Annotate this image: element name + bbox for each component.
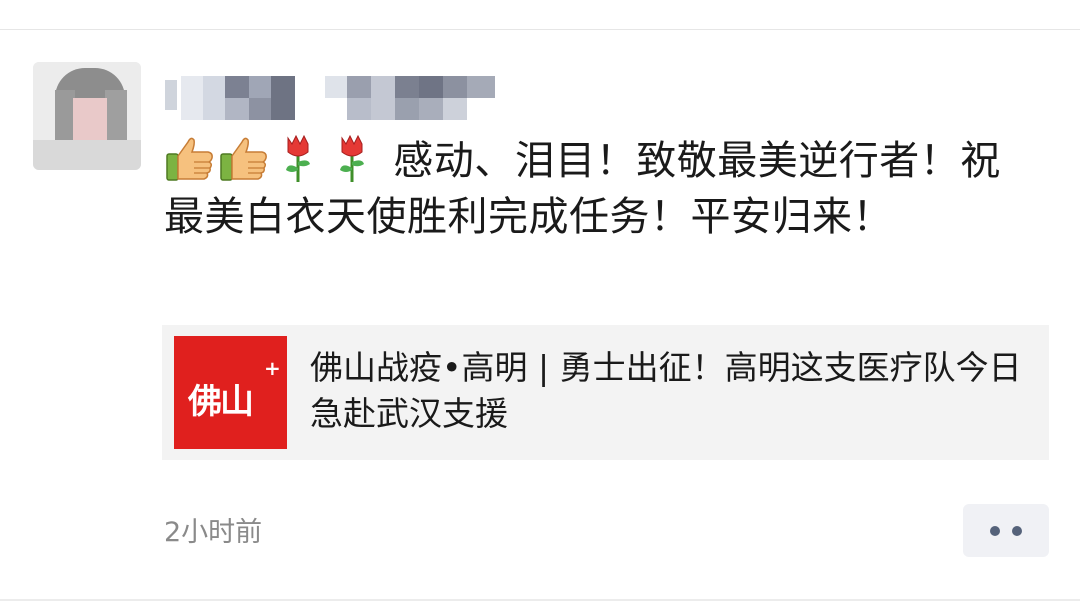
username[interactable]	[165, 72, 505, 124]
link-title: 佛山战疫•高明 | 勇士出征！高明这支医疗队今日急赴武汉支援	[310, 348, 1022, 433]
timestamp: 2小时前	[164, 517, 263, 548]
thumbnail-plus-mark: +	[264, 356, 281, 380]
more-dot-icon	[990, 526, 1000, 536]
post-text: 感动、泪目！致敬最美逆行者！祝最美白衣天使胜利完成任务！平安归来！	[164, 132, 1014, 245]
moments-post: 感动、泪目！致敬最美逆行者！祝最美白衣天使胜利完成任务！平安归来！ 佛山 + 佛…	[0, 0, 1080, 601]
divider	[0, 29, 1080, 30]
more-dot-icon	[1012, 526, 1022, 536]
more-actions-button[interactable]	[963, 504, 1049, 557]
rose-icon	[286, 134, 310, 182]
thumbs-up-icon	[166, 137, 213, 181]
shared-link-card[interactable]: 佛山 + 佛山战疫•高明 | 勇士出征！高明这支医疗队今日急赴武汉支援	[162, 325, 1049, 460]
thumbnail-logo-text: 佛山	[188, 382, 254, 422]
emoji-row	[164, 134, 393, 184]
rose-icon	[340, 134, 364, 182]
link-thumbnail: 佛山 +	[174, 336, 287, 449]
thumbs-up-icon	[220, 137, 267, 181]
avatar[interactable]	[33, 62, 141, 170]
